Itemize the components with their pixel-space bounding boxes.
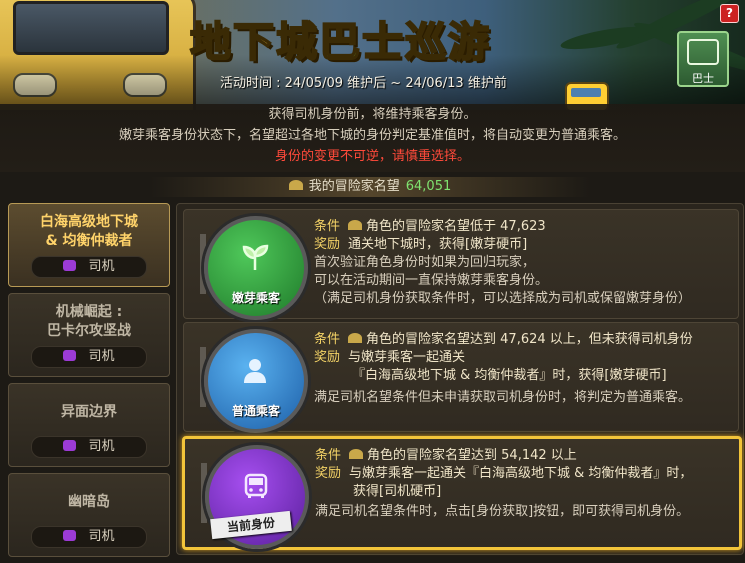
card-note: 满足司机名望条件但未申请获取司机身份时，将判定为普通乘客。 [314, 390, 692, 405]
reward-text: 『白海高级地下城 & 均衡仲裁者』时，获得[嫩芽硬币] [352, 368, 667, 383]
card-text: 条件 角色的冒险家名望低于 47,623 奖励 通关地下城时，获得[嫩芽硬币] 首次… [314, 218, 730, 308]
sidebar-item-bakal[interactable]: 机械崛起 : 巴卡尔攻坚战 司机 [8, 293, 170, 377]
role-tag: 司机 [31, 346, 147, 368]
bus-icon [244, 473, 268, 498]
reputation-medal-icon [288, 180, 303, 190]
role-label: 司机 [88, 439, 115, 454]
bus-icon [687, 39, 719, 65]
sidebar-item-label: 白海高级地下城 [40, 214, 138, 230]
title-part: 地下城 [189, 17, 319, 67]
identity-card-driver: 当前身份 条件 角色的冒险家名望达到 54,142 以上 奖励 与嫩芽乘客一起通关『… [182, 436, 742, 550]
sidebar-item-dark-island[interactable]: 幽暗岛 司机 [8, 473, 170, 557]
title-part: 巡游 [404, 17, 491, 67]
identity-card-normal: 普通乘客 条件 角色的冒险家名望达到 47,624 以上，但未获得司机身份 奖励与… [183, 322, 739, 433]
notice-warning: 身份的变更不可逆，请慎重选择。 [274, 149, 470, 164]
sidebar-item-label: & 均衡仲裁者 [45, 233, 133, 249]
notice-line: 嫩芽乘客身份状态下，名望超过各地下城的身份判定基准值时，将自动变更为普通乘客。 [118, 128, 626, 143]
card-text: 条件 角色的冒险家名望达到 47,624 以上，但未获得司机身份 奖励 与嫩芽乘客一… [314, 331, 730, 407]
sprout-passenger-badge: 嫩芽乘客 [204, 216, 308, 320]
card-note: （满足司机身份获取条件时，可以选择成为司机或保留嫩芽身份） [314, 291, 692, 306]
role-label: 司机 [88, 349, 115, 364]
person-icon [244, 359, 266, 383]
condition-label: 条件 [314, 332, 341, 347]
reputation-bar: 我的冒险家名望 64,051 [150, 177, 590, 197]
card-note: 首次验证角色身份时如果为回归玩家， [314, 255, 536, 270]
condition-label: 条件 [314, 219, 341, 234]
badge-label: 普通乘客 [231, 404, 280, 418]
dungeon-sidebar: 白海高级地下城 & 均衡仲裁者 司机 机械崛起 : 巴卡尔攻坚战 司机 异面边界… [8, 203, 170, 563]
bus-icon [63, 350, 77, 361]
event-period: 活动时间 : 24/05/09 维护后 ~ 24/06/13 维护前 [220, 76, 507, 91]
reward-label: 奖励 [314, 237, 341, 252]
title-part: 巴士 [318, 17, 405, 67]
role-label: 司机 [88, 529, 115, 544]
card-text: 条件 角色的冒险家名望达到 54,142 以上 奖励 与嫩芽乘客一起通关『白海高级地… [315, 447, 731, 521]
condition-text: 角色的冒险家名望达到 54,142 以上 [367, 448, 577, 463]
reputation-medal-icon [348, 220, 363, 230]
condition-text: 角色的冒险家名望低于 47,623 [366, 219, 546, 234]
normal-passenger-badge: 普通乘客 [204, 329, 308, 433]
card-note: 可以在活动期间一直保持嫩芽乘客身份。 [314, 273, 549, 288]
condition-label: 条件 [315, 448, 342, 463]
badge-label: 嫩芽乘客 [231, 291, 280, 305]
reward-label: 奖励 [314, 350, 341, 365]
help-button[interactable]: ? [720, 4, 739, 23]
bus-icon [63, 260, 77, 271]
card-note: 满足司机名望条件时，点击[身份获取]按钮，即可获得司机身份。 [315, 504, 690, 519]
role-tag: 司机 [31, 256, 147, 278]
condition-text: 角色的冒险家名望达到 47,624 以上，但未获得司机身份 [366, 332, 693, 347]
bus-button-label: 巴士 [692, 72, 714, 85]
reputation-value: 64,051 [405, 179, 452, 194]
sidebar-item-label: 机械崛起 : [55, 304, 123, 320]
sidebar-item-label: 异面边界 [61, 403, 117, 420]
reputation-medal-icon [349, 449, 364, 459]
reputation-medal-icon [348, 333, 363, 343]
event-banner: 地下城巴士巡游 活动时间 : 24/05/09 维护后 ~ 24/06/13 维… [0, 0, 745, 110]
sprout-icon [242, 244, 269, 270]
sidebar-item-other-realm[interactable]: 异面边界 司机 [8, 383, 170, 467]
reputation-label: 我的冒险家名望 [308, 179, 400, 194]
identity-panel: 嫩芽乘客 条件 角色的冒险家名望低于 47,623 奖励 通关地下城时，获得[嫩芽硬… [176, 203, 744, 555]
sidebar-item-label: 巴卡尔攻坚战 [47, 323, 131, 339]
role-tag: 司机 [31, 436, 147, 458]
reward-text: 获得[司机硬币] [353, 484, 442, 499]
event-title: 地下城巴士巡游 [189, 8, 491, 68]
reward-text: 通关地下城时，获得[嫩芽硬币] [348, 237, 528, 252]
notice-line: 获得司机身份前，将维持乘客身份。 [268, 107, 477, 122]
identity-card-sprout: 嫩芽乘客 条件 角色的冒险家名望低于 47,623 奖励 通关地下城时，获得[嫩芽硬… [183, 209, 739, 320]
bus-button[interactable]: 巴士 [677, 31, 729, 87]
reward-text: 与嫩芽乘客一起通关『白海高级地下城 & 均衡仲裁者』时， [349, 466, 693, 481]
sidebar-item-label: 幽暗岛 [68, 493, 110, 510]
role-label: 司机 [88, 259, 115, 274]
role-tag: 司机 [31, 526, 147, 548]
sidebar-item-white-sea[interactable]: 白海高级地下城 & 均衡仲裁者 司机 [8, 203, 170, 287]
bus-icon [63, 530, 77, 541]
bus-icon [63, 440, 77, 451]
reward-label: 奖励 [315, 466, 342, 481]
reward-text: 与嫩芽乘客一起通关 [348, 350, 466, 365]
notice-text: 获得司机身份前，将维持乘客身份。 嫩芽乘客身份状态下，名望超过各地下城的身份判定… [0, 104, 745, 172]
